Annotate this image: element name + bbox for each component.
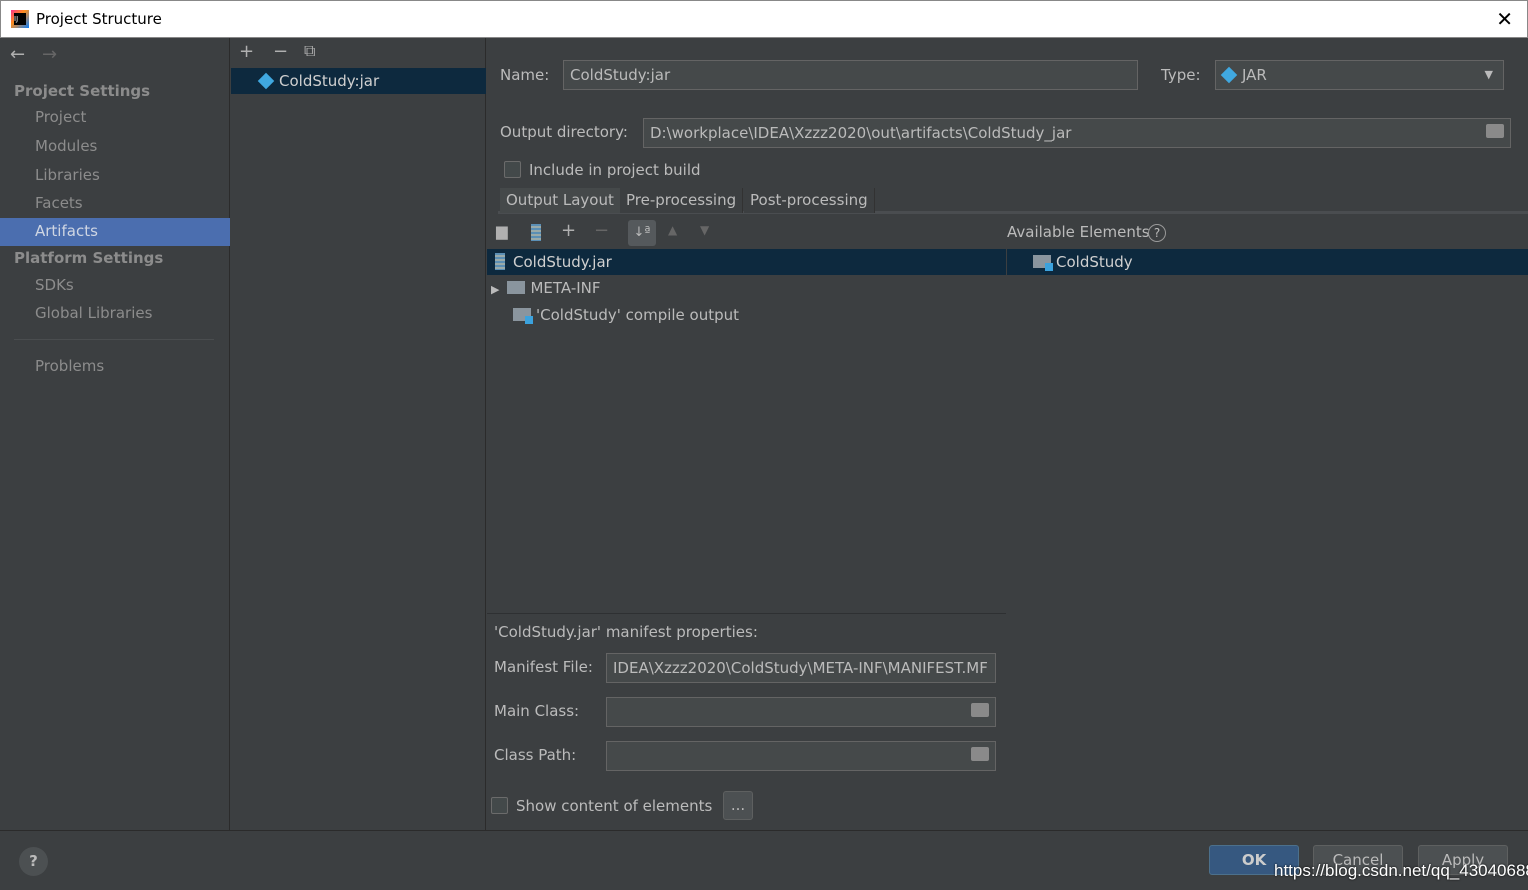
expand-arrow-icon[interactable]: ▶ — [491, 283, 499, 296]
divider — [14, 339, 214, 340]
available-item-coldstudy[interactable]: ColdStudy — [1007, 249, 1528, 275]
watermark: https://blog.csdn.net/qq_43040688 — [1274, 861, 1528, 880]
artifact-list-panel: + − ⧉ ColdStudy:jar — [231, 38, 486, 830]
manifest-file-label: Manifest File: — [494, 658, 593, 676]
archive-icon[interactable] — [531, 224, 549, 242]
move-up-icon[interactable]: ▲ — [668, 223, 677, 237]
sidebar-item-global-libraries[interactable]: Global Libraries — [0, 300, 230, 327]
window-title: Project Structure — [36, 10, 162, 28]
section-project-settings: Project Settings — [14, 82, 151, 100]
sidebar-item-facets[interactable]: Facets — [0, 190, 230, 217]
include-in-build-label: Include in project build — [529, 161, 701, 179]
class-path-input[interactable] — [606, 741, 996, 771]
forward-arrow-icon[interactable]: → — [42, 44, 57, 65]
section-platform-settings: Platform Settings — [14, 249, 164, 267]
jar-type-icon — [1220, 66, 1238, 84]
title-bar: IJ Project Structure ✕ — [0, 0, 1528, 38]
class-path-label: Class Path: — [494, 746, 577, 764]
add-icon[interactable]: + — [239, 41, 254, 62]
intellij-logo-icon: IJ — [11, 10, 29, 28]
sidebar-item-project[interactable]: Project — [0, 104, 230, 131]
tab-output-layout[interactable]: Output Layout — [500, 188, 621, 213]
show-content-checkbox[interactable] — [491, 797, 508, 814]
sidebar-item-artifacts[interactable]: Artifacts — [0, 218, 230, 246]
browse-folder-icon[interactable] — [971, 747, 989, 761]
artifact-item[interactable]: ColdStudy:jar — [231, 68, 486, 94]
browse-folder-icon[interactable] — [971, 703, 989, 717]
tree-item-compile-output[interactable]: 'ColdStudy' compile output — [513, 302, 739, 328]
add-element-icon[interactable]: + — [561, 220, 576, 241]
sidebar-item-sdks[interactable]: SDKs — [0, 272, 230, 299]
remove-element-icon[interactable]: − — [594, 220, 609, 241]
manifest-title: 'ColdStudy.jar' manifest properties: — [494, 623, 758, 641]
main-class-input[interactable] — [606, 697, 996, 727]
module-output-icon — [513, 308, 533, 324]
sidebar: ← → Project Settings Project Modules Lib… — [0, 38, 230, 830]
jar-icon — [495, 253, 505, 270]
back-arrow-icon[interactable]: ← — [10, 44, 25, 65]
browse-folder-icon[interactable] — [1486, 124, 1504, 138]
main-class-label: Main Class: — [494, 702, 580, 720]
name-label: Name: — [500, 66, 550, 84]
help-icon[interactable]: ? — [1148, 224, 1166, 242]
tab-pre-processing[interactable]: Pre-processing — [620, 188, 744, 213]
folder-icon — [507, 281, 526, 294]
remove-icon[interactable]: − — [273, 41, 288, 62]
output-directory-input[interactable]: D:\workplace\IDEA\Xzzz2020\out\artifacts… — [643, 118, 1511, 148]
move-down-icon[interactable]: ▼ — [700, 223, 709, 237]
available-elements-title: Available Elements — [1007, 223, 1150, 241]
more-button[interactable]: ... — [723, 791, 753, 820]
output-directory-label: Output directory: — [500, 123, 628, 141]
tab-post-processing[interactable]: Post-processing — [744, 188, 875, 213]
copy-icon[interactable]: ⧉ — [304, 41, 315, 61]
artifact-icon — [257, 72, 275, 90]
help-button[interactable]: ? — [19, 847, 48, 876]
type-label: Type: — [1161, 66, 1201, 84]
create-directory-icon[interactable]: ▆ — [496, 222, 508, 240]
module-folder-icon — [1033, 255, 1053, 271]
sidebar-item-libraries[interactable]: Libraries — [0, 162, 230, 189]
sidebar-item-problems[interactable]: Problems — [0, 353, 230, 380]
tree-item-jar[interactable]: ColdStudy.jar — [487, 249, 1006, 275]
name-input[interactable]: ColdStudy:jar — [563, 60, 1138, 90]
manifest-file-input[interactable]: IDEA\Xzzz2020\ColdStudy\META-INF\MANIFES… — [606, 653, 996, 683]
type-dropdown[interactable]: JAR ▼ — [1215, 60, 1504, 90]
divider — [487, 613, 1006, 614]
chevron-down-icon: ▼ — [1484, 68, 1493, 81]
show-content-label: Show content of elements — [516, 797, 713, 815]
sort-icon[interactable]: ↓ª — [628, 220, 656, 246]
close-icon[interactable]: ✕ — [1496, 7, 1513, 31]
tree-item-meta-inf[interactable]: ▶ META-INF — [491, 275, 601, 301]
sidebar-item-modules[interactable]: Modules — [0, 133, 230, 160]
include-in-build-checkbox[interactable] — [504, 161, 521, 178]
